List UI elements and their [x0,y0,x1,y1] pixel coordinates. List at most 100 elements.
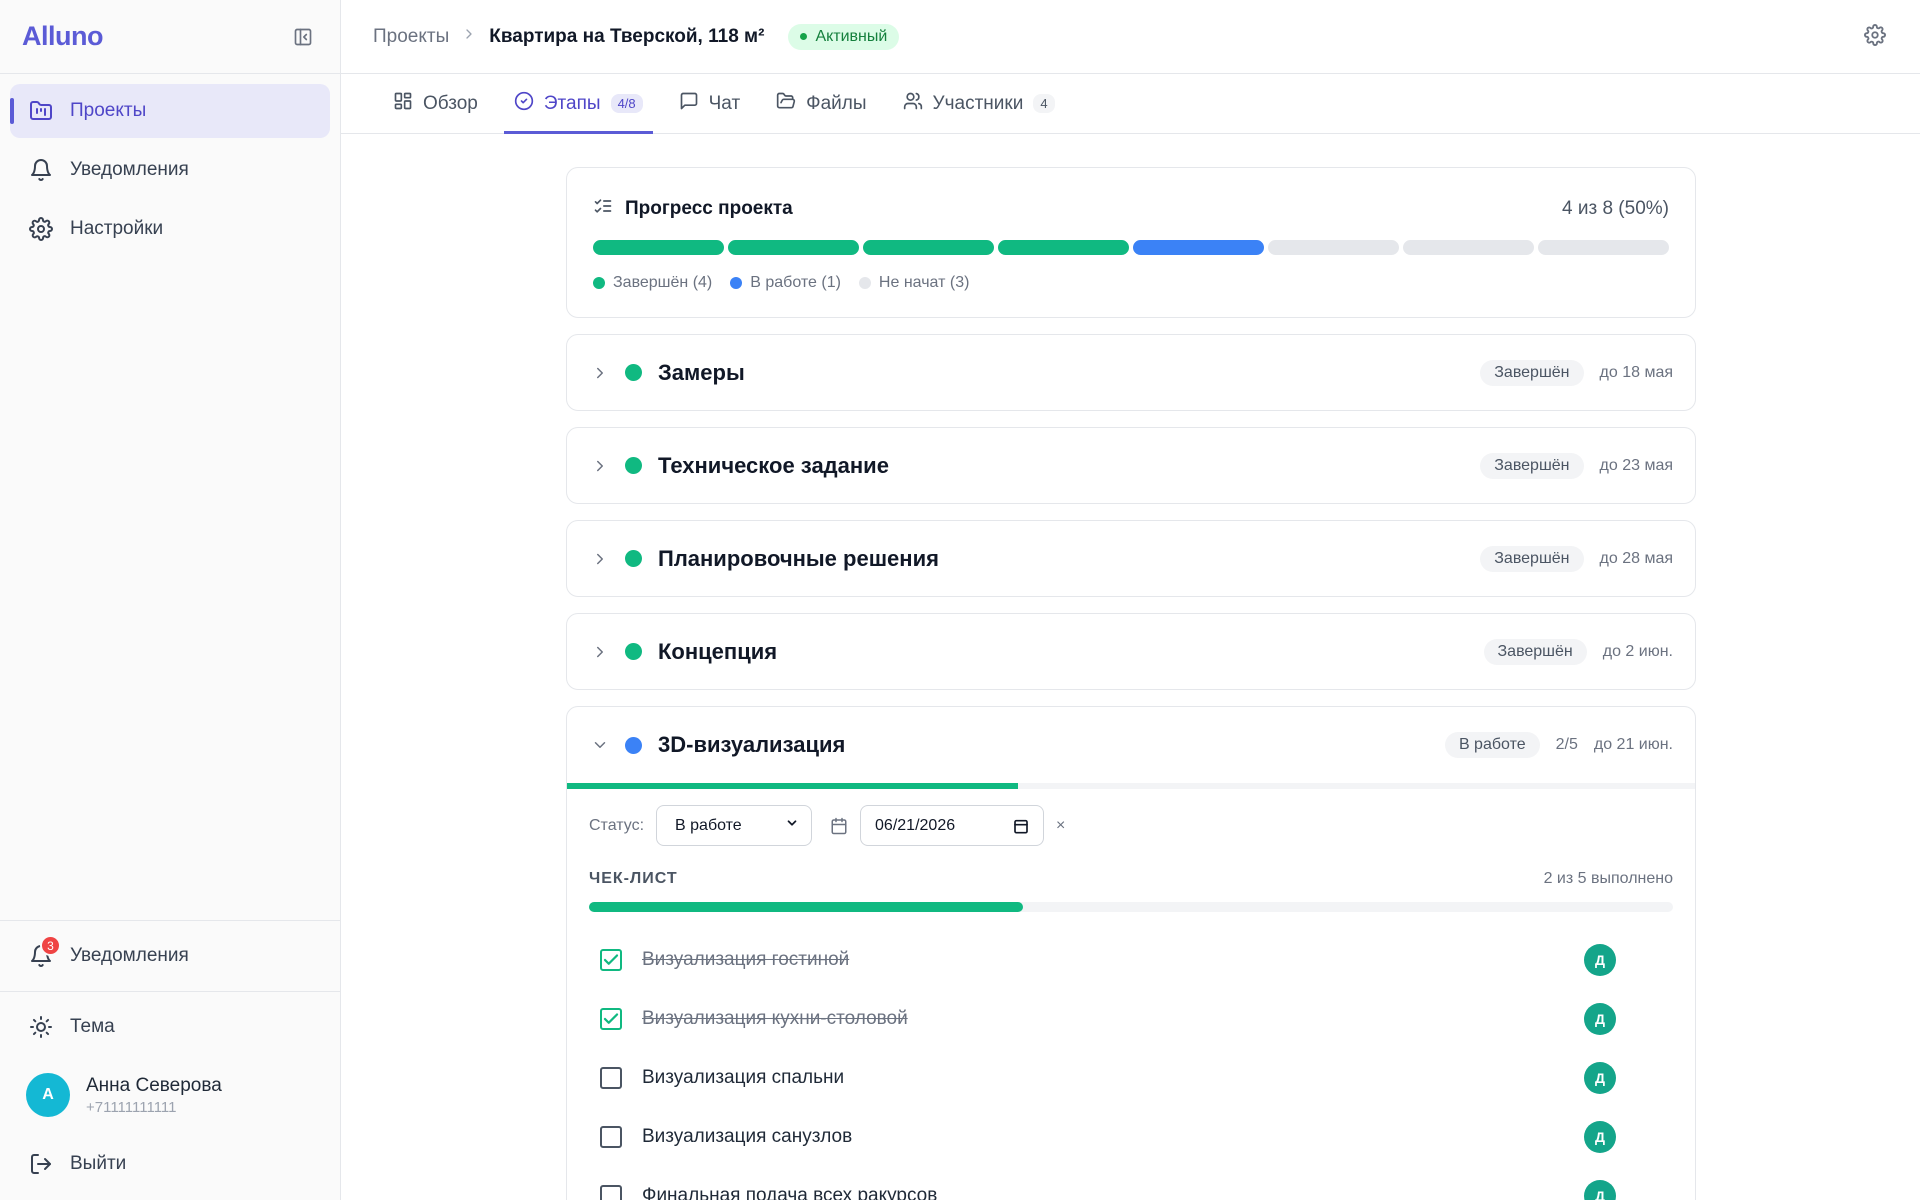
project-progress-card: Прогресс проекта 4 из 8 (50%) Завершён (… [566,167,1696,318]
tab-files[interactable]: Файлы [766,74,876,133]
tab-chat[interactable]: Чат [669,74,751,133]
progress-header: Прогресс проекта 4 из 8 (50%) [593,196,1669,222]
assignee-avatar[interactable]: Д [1584,1002,1616,1035]
theme-toggle[interactable]: Тема [0,992,340,1062]
legend-not-started-label: Не начат (3) [878,274,970,291]
bottom-notifications-button[interactable]: 3 Уведомления [0,921,340,991]
checkbox-unchecked[interactable] [600,1184,622,1200]
due-date-input[interactable]: 06/21/2026 [860,805,1045,846]
layout-grid-icon [393,91,413,117]
sidebar-item-label: Настройки [70,218,164,239]
checkbox-checked[interactable] [600,1007,622,1030]
stage-status-dot [625,364,642,381]
stage-row[interactable]: Замеры Завершён до 18 мая [566,334,1696,411]
sidebar-nav: Проекты Уведомления Настройки [0,74,340,271]
stage-progress-bar [567,783,1695,789]
checkbox-checked[interactable] [600,948,622,971]
tab-label: Этапы [543,92,601,114]
legend-dot [858,277,871,289]
stage-row[interactable]: Техническое задание Завершён до 23 мая [566,427,1696,504]
stage-row[interactable]: Планировочные решения Завершён до 28 мая [566,520,1696,597]
legend-dot [730,277,743,289]
app-logo[interactable]: Alluno [22,21,103,52]
checklist-count: 2 из 5 выполнено [1543,870,1673,887]
user-profile[interactable]: А Анна Северова +71111111111 [0,1062,340,1128]
progress-segment [1538,240,1669,255]
sidebar-item-projects[interactable]: Проекты [10,84,330,138]
assignee-avatar[interactable]: Д [1584,1120,1616,1153]
bell-icon [28,157,54,183]
tab-overview[interactable]: Обзор [383,74,488,133]
progress-segment [593,240,724,255]
legend-in-progress: В работе (1) [730,274,841,292]
stage-status-dot [625,550,642,567]
project-tabs: Обзор Этапы 4/8 Чат Файлы Участники 4 [341,74,1920,134]
legend-in-progress-label: В работе (1) [750,274,841,291]
logout-label: Выйти [70,1153,127,1174]
chevron-right-icon[interactable] [591,550,611,568]
due-date-value: 06/21/2026 [875,816,956,834]
tab-label: Файлы [806,92,867,114]
progress-segment [998,240,1129,255]
user-info: Анна Северова +71111111111 [86,1075,222,1116]
chevron-down-icon[interactable] [591,736,611,754]
checkbox-unchecked[interactable] [600,1066,622,1089]
user-phone: +71111111111 [86,1098,177,1116]
status-select[interactable]: В работе [656,805,813,846]
sidebar-collapse-icon[interactable] [288,22,318,52]
chevron-right-icon[interactable] [591,643,611,661]
calendar-picker-icon[interactable] [1013,818,1029,834]
sidebar-bottom: 3 Уведомления Тема А Анна Северова +7111… [0,920,340,1200]
breadcrumb-projects-link[interactable]: Проекты [373,26,449,48]
logout-button[interactable]: Выйти [0,1128,340,1200]
assignee-avatar[interactable]: Д [1584,1061,1616,1094]
checkbox-unchecked[interactable] [600,1125,622,1148]
legend-done-label: Завершён (4) [613,274,713,291]
sidebar-item-notifications[interactable]: Уведомления [10,143,330,197]
assignee-avatar[interactable]: Д [1584,943,1616,976]
stage-status-dot [625,643,642,660]
checklist-item: Финальная подача всех ракурсов Д [589,1166,1673,1200]
tab-participants[interactable]: Участники 4 [893,74,1065,133]
assignee-avatar[interactable]: Д [1584,1179,1616,1200]
stage-row[interactable]: Концепция Завершён до 2 июн. [566,613,1696,690]
stage-expanded-header[interactable]: 3D-визуализация В работе 2/5 до 21 июн. [567,707,1695,783]
checklist-item: Визуализация спальни Д [589,1048,1673,1107]
stage-status-badge: Завершён [1480,359,1584,386]
theme-label: Тема [70,1016,115,1037]
gear-icon [28,216,54,242]
tab-label: Чат [708,92,741,114]
checklist-progress-bar [589,902,1673,912]
checklist-item: Визуализация гостиной Д [589,930,1673,989]
logout-icon [28,1151,54,1177]
stage-status-badge: Завершён [1483,638,1587,665]
checklist-item: Визуализация кухни-столовой Д [589,989,1673,1048]
clear-date-button[interactable]: × [1056,817,1065,835]
progress-segment-bar [593,240,1669,255]
stage-name: Техническое задание [658,452,889,478]
chevron-right-icon [461,26,477,47]
tab-count-badge: 4 [1033,94,1055,113]
stage-status-dot [625,736,642,754]
chevron-right-icon[interactable] [591,364,611,382]
sidebar-item-label: Проекты [70,100,147,121]
checklist-item-text: Визуализация гостиной [642,948,850,970]
sidebar-item-label: Уведомления [70,159,189,180]
stage-progress-fill [567,783,1019,789]
stage-status-badge: В работе [1444,732,1540,758]
chevron-right-icon[interactable] [591,457,611,475]
status-label: Статус: [589,816,645,834]
checklist-title: ЧЕК-ЛИСТ [589,870,678,887]
user-name: Анна Северова [86,1074,222,1096]
stage-controls: Статус: В работе 06/21/2026 × [589,805,1673,846]
sun-icon [28,1014,54,1040]
folder-kanban-icon [28,98,54,124]
progress-segment [728,240,859,255]
stage-due-date: до 23 мая [1599,456,1673,474]
tab-stages[interactable]: Этапы 4/8 [503,74,653,134]
progress-segment [863,240,994,255]
checklist-items: Визуализация гостиной Д Визуализация кух… [589,930,1673,1200]
stage-status-dot [625,457,642,474]
gear-icon[interactable] [1864,24,1886,51]
sidebar-item-settings[interactable]: Настройки [10,202,330,256]
